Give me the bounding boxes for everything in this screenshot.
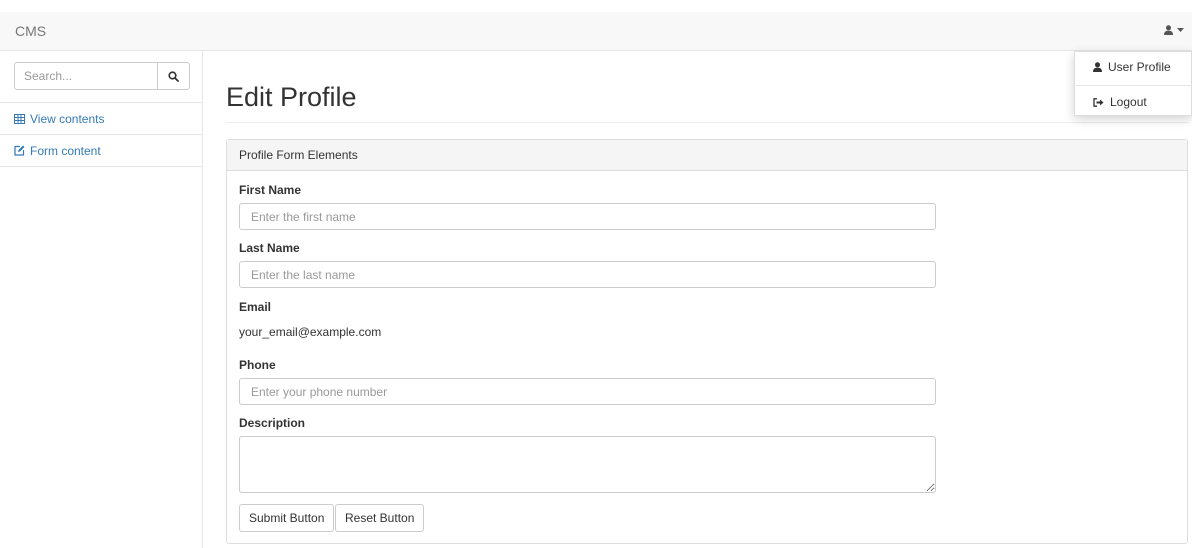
- page-title: Edit Profile: [226, 82, 357, 112]
- search-input[interactable]: [14, 62, 158, 90]
- search-icon: [168, 70, 179, 82]
- first-name-label: First Name: [239, 183, 302, 197]
- sidebar-item-label: Form content: [30, 143, 101, 158]
- edit-icon: [14, 145, 25, 156]
- submit-button[interactable]: Submit Button: [239, 504, 335, 532]
- table-icon: [14, 113, 25, 124]
- sign-out-icon: [1093, 97, 1104, 107]
- menu-item-logout[interactable]: Logout: [1093, 95, 1147, 109]
- caret-down-icon: [1177, 28, 1184, 32]
- description-textarea[interactable]: [239, 436, 936, 493]
- menu-item-user-profile[interactable]: User Profile: [1093, 60, 1171, 74]
- sidebar: View contents Form content: [0, 51, 203, 548]
- brand-link[interactable]: CMS: [15, 23, 46, 39]
- search-button[interactable]: [158, 62, 190, 90]
- menu-divider: [1076, 85, 1191, 86]
- user-icon: [1164, 25, 1173, 35]
- last-name-input[interactable]: [239, 261, 936, 288]
- sidebar-nav: View contents Form content: [0, 102, 202, 167]
- sidebar-search: [14, 62, 190, 90]
- panel-heading: Profile Form Elements: [227, 140, 1187, 171]
- top-navbar: CMS: [0, 12, 1192, 51]
- last-name-label: Last Name: [239, 241, 300, 255]
- sidebar-item-label: View contents: [30, 111, 105, 126]
- user-menu-toggle[interactable]: [1164, 25, 1184, 35]
- phone-label: Phone: [239, 358, 276, 372]
- reset-button[interactable]: Reset Button: [335, 504, 425, 532]
- menu-item-label: Logout: [1110, 95, 1147, 109]
- menu-item-label: User Profile: [1108, 60, 1171, 74]
- phone-input[interactable]: [239, 378, 936, 405]
- description-label: Description: [239, 416, 306, 430]
- email-value: your_email@example.com: [239, 325, 382, 339]
- first-name-input[interactable]: [239, 203, 936, 230]
- sidebar-item-view-contents[interactable]: View contents: [0, 103, 202, 135]
- sidebar-item-form-content[interactable]: Form content: [0, 135, 202, 167]
- title-divider: [226, 122, 1188, 123]
- email-label: Email: [239, 300, 272, 314]
- user-dropdown-menu: User Profile Logout: [1074, 51, 1192, 116]
- user-icon: [1093, 62, 1102, 72]
